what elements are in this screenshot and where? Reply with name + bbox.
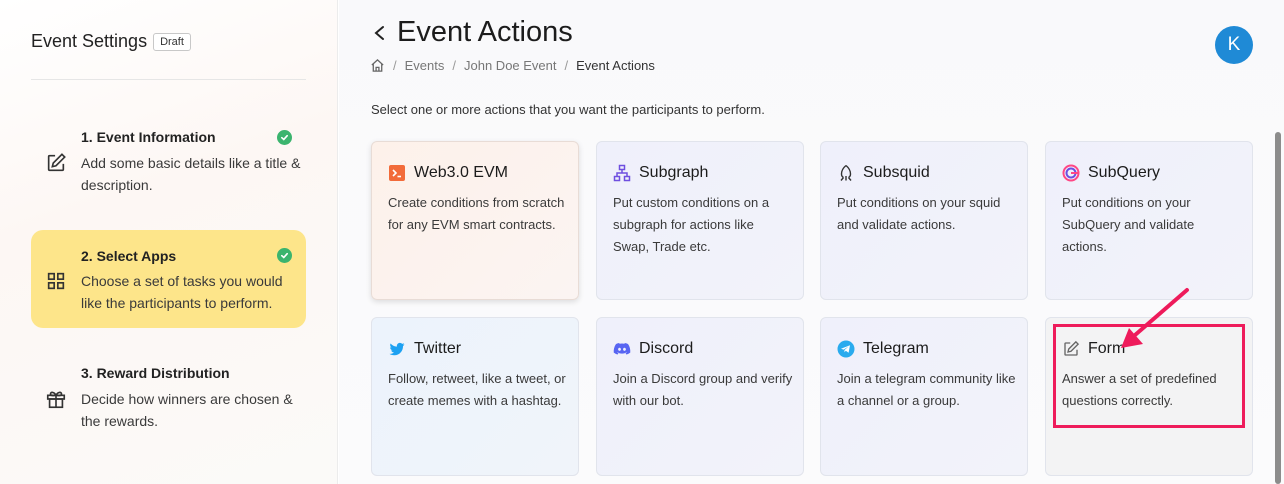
arrow-annotation: [1121, 288, 1189, 348]
card-description: Follow, retweet, like a tweet, or create…: [388, 371, 566, 408]
twitter-icon: [388, 340, 406, 358]
status-badge: Draft: [153, 32, 191, 51]
card-subquery[interactable]: SubQuery Put conditions on your SubQuery…: [1045, 141, 1253, 300]
breadcrumb-event[interactable]: John Doe Event: [464, 58, 557, 73]
divider: [31, 79, 306, 80]
card-subgraph[interactable]: Subgraph Put custom conditions on a subg…: [596, 141, 804, 300]
squid-icon: [837, 164, 855, 182]
gift-icon: [45, 388, 67, 410]
card-title: Discord: [639, 340, 694, 357]
step-title: 1. Event Information: [81, 129, 216, 145]
card-description: Join a Discord group and verify with our…: [613, 371, 793, 408]
card-twitter[interactable]: Twitter Follow, retweet, like a tweet, o…: [371, 317, 579, 476]
grid-icon: [45, 270, 67, 292]
instruction-text: Select one or more actions that you want…: [371, 102, 765, 117]
card-title: Web3.0 EVM: [414, 164, 508, 181]
check-icon: [277, 130, 292, 145]
back-button[interactable]: [371, 22, 389, 44]
card-title: SubQuery: [1088, 164, 1161, 181]
card-subsquid[interactable]: Subsquid Put conditions on your squid an…: [820, 141, 1028, 300]
avatar[interactable]: K: [1215, 26, 1253, 64]
breadcrumb-events[interactable]: Events: [405, 58, 445, 73]
card-title: Telegram: [863, 340, 929, 357]
card-discord[interactable]: Discord Join a Discord group and verify …: [596, 317, 804, 476]
breadcrumb-separator: /: [393, 58, 397, 73]
card-web3-evm[interactable]: Web3.0 EVM Create conditions from scratc…: [371, 141, 579, 300]
page-title: Event Actions: [397, 16, 573, 48]
sidebar: Event Settings Draft 1. Event Informatio…: [0, 0, 338, 484]
check-icon: [277, 248, 292, 263]
main-content: Event Actions / Events / John Doe Event …: [339, 0, 1284, 484]
card-title: Subgraph: [639, 164, 709, 181]
step-description: Choose a set of tasks you would like the…: [81, 273, 283, 311]
breadcrumb-separator: /: [452, 58, 456, 73]
scrollbar[interactable]: [1275, 132, 1281, 484]
breadcrumb: / Events / John Doe Event / Event Action…: [370, 58, 655, 73]
breadcrumb-separator: /: [564, 58, 569, 73]
breadcrumb-current: Event Actions: [576, 58, 655, 73]
sitemap-icon: [613, 164, 631, 182]
card-title: Twitter: [414, 340, 462, 357]
card-telegram[interactable]: Telegram Join a telegram community like …: [820, 317, 1028, 476]
step-title: 2. Select Apps: [81, 248, 177, 264]
terminal-icon: [388, 164, 406, 182]
step-description: Add some basic details like a title & de…: [81, 155, 301, 193]
discord-icon: [613, 340, 631, 358]
card-description: Put custom conditions on a subgraph for …: [613, 195, 770, 254]
step-description: Decide how winners are chosen & the rewa…: [81, 391, 293, 429]
sidebar-title: Event Settings: [31, 31, 148, 51]
telegram-icon: [837, 340, 855, 358]
card-title: Subsquid: [863, 164, 930, 181]
home-icon[interactable]: [370, 58, 385, 73]
card-description: Put conditions on your squid and validat…: [837, 195, 1001, 232]
step-title: 3. Reward Distribution: [81, 365, 230, 381]
edit-icon: [45, 152, 67, 174]
card-description: Join a telegram community like a channel…: [837, 371, 1016, 408]
card-description: Create conditions from scratch for any E…: [388, 195, 565, 232]
card-description: Put conditions on your SubQuery and vali…: [1062, 195, 1195, 254]
step-select-apps[interactable]: 2. Select Apps Choose a set of tasks you…: [31, 230, 306, 328]
step-reward-distribution[interactable]: 3. Reward Distribution Decide how winner…: [31, 354, 306, 442]
subquery-icon: [1062, 164, 1080, 182]
step-event-information[interactable]: 1. Event Information Add some basic deta…: [31, 118, 306, 206]
sidebar-header: Event Settings Draft: [31, 31, 191, 52]
